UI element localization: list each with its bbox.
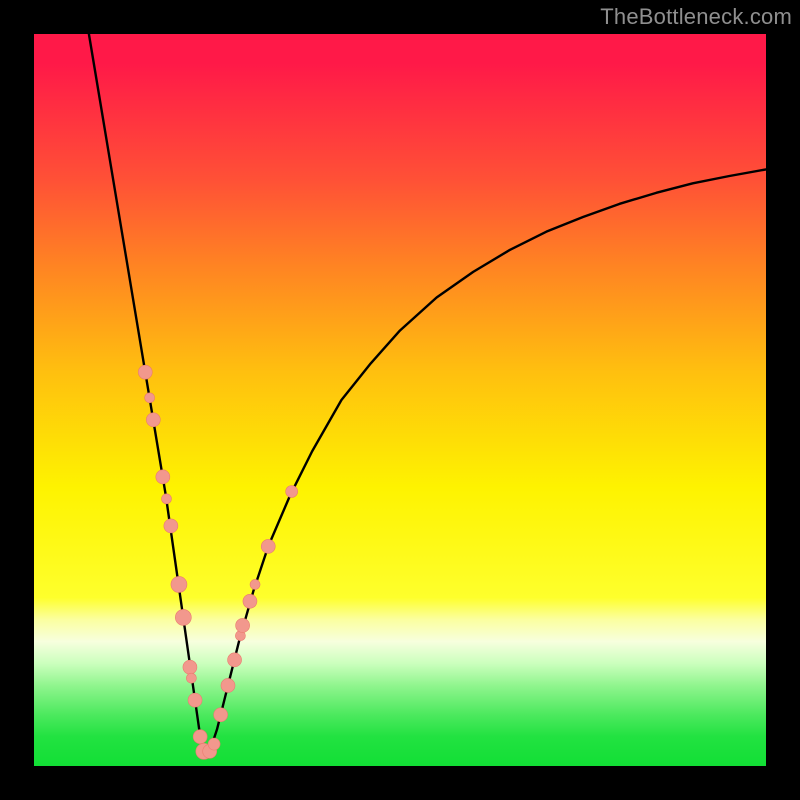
data-point: [188, 693, 202, 707]
data-point: [228, 653, 242, 667]
data-point: [146, 413, 160, 427]
data-point: [183, 660, 197, 674]
watermark-text: TheBottleneck.com: [600, 4, 792, 30]
data-point: [208, 738, 220, 750]
chart-overlay: [34, 34, 766, 766]
data-point: [243, 594, 257, 608]
data-point: [286, 486, 298, 498]
data-point: [236, 618, 250, 632]
data-point: [175, 609, 191, 625]
data-point: [161, 494, 171, 504]
data-point: [171, 576, 187, 592]
data-point: [156, 470, 170, 484]
data-point: [214, 708, 228, 722]
data-point: [250, 579, 260, 589]
data-point: [261, 539, 275, 553]
data-markers: [138, 365, 297, 759]
data-point: [145, 393, 155, 403]
chart-frame: TheBottleneck.com: [0, 0, 800, 800]
data-point: [186, 673, 196, 683]
data-point: [193, 730, 207, 744]
bottleneck-curve: [89, 34, 766, 751]
data-point: [221, 678, 235, 692]
curve-path: [89, 34, 766, 751]
data-point: [138, 365, 152, 379]
data-point: [164, 519, 178, 533]
